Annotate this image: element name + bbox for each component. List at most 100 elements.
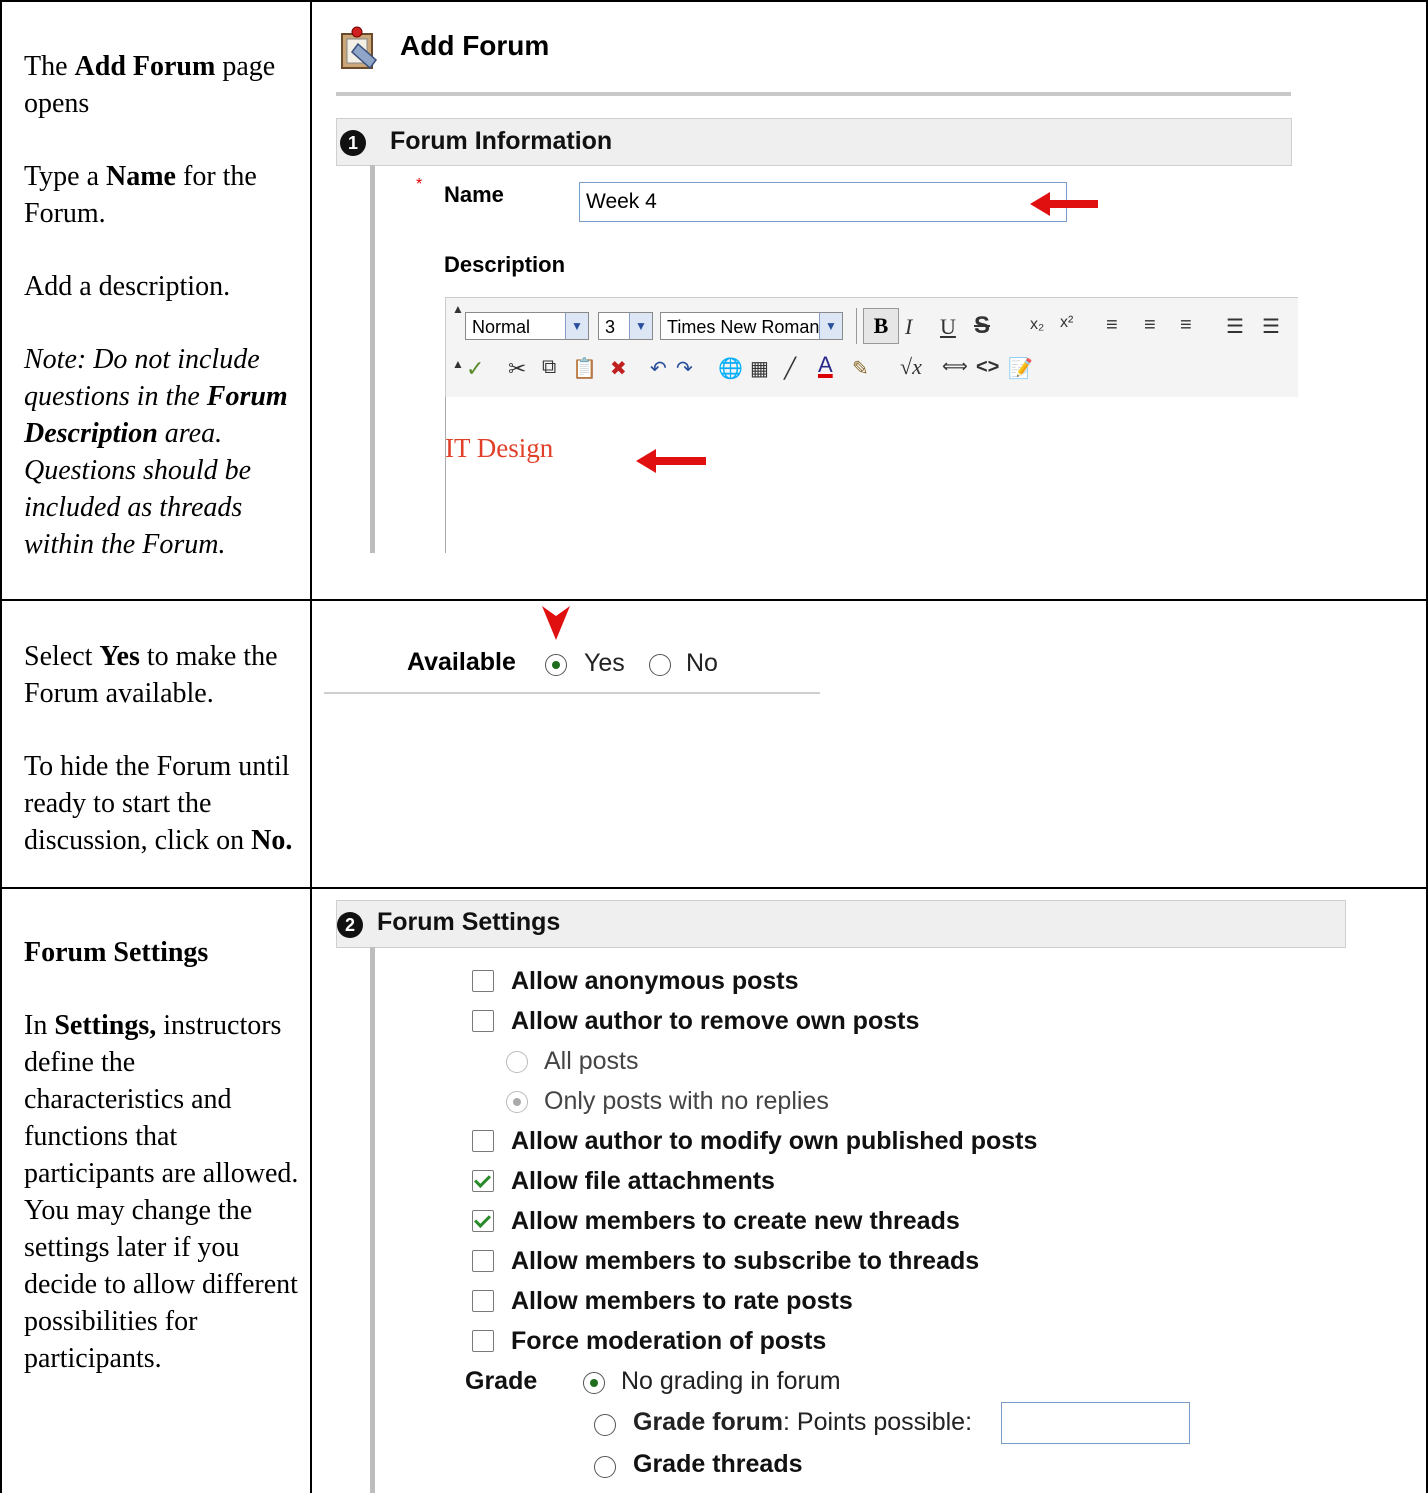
checkbox-allow-attachments[interactable]: [472, 1170, 494, 1192]
row1-instructions: The Add Forum page opens Type a Name for…: [24, 48, 300, 599]
subscript-button[interactable]: x₂: [1030, 316, 1044, 334]
column-divider: [310, 0, 312, 1493]
forum-page-icon: [340, 26, 380, 72]
label-allow-anonymous: Allow anonymous posts: [511, 967, 799, 995]
size-select[interactable]: 3 ▼: [598, 312, 653, 340]
remove-format-icon[interactable]: ✖: [610, 356, 627, 381]
section2-side-rule: [370, 947, 375, 1493]
radio-all-posts[interactable]: [506, 1051, 528, 1073]
style-select-chevron-down-icon: ▼: [565, 313, 588, 339]
label-allow-attachments: Allow file attachments: [511, 1167, 775, 1195]
checkbox-allow-modify[interactable]: [472, 1130, 494, 1152]
row-divider-1: [0, 599, 1428, 601]
bold-button[interactable]: B: [863, 308, 899, 344]
style-select[interactable]: Normal ▼: [465, 312, 589, 340]
table-top-border: [0, 0, 1428, 2]
insert-link-icon[interactable]: 🌐: [718, 356, 743, 381]
checkbox-force-moderation[interactable]: [472, 1330, 494, 1352]
checkbox-allow-rate[interactable]: [472, 1290, 494, 1312]
available-yes-label: Yes: [584, 649, 625, 677]
copy-icon[interactable]: ⧉: [542, 356, 556, 379]
redo-icon[interactable]: ↷: [676, 356, 693, 381]
section-title-forum-settings: Forum Settings: [377, 908, 561, 936]
align-center-icon[interactable]: ≡: [1144, 314, 1156, 337]
instruction-settings-body: In Settings, instructors define the char…: [24, 1010, 299, 1374]
label-no-grading: No grading in forum: [621, 1367, 841, 1395]
radio-no-grading[interactable]: [583, 1372, 605, 1394]
text-color-icon[interactable]: A: [818, 352, 833, 378]
checkbox-allow-new-threads[interactable]: [472, 1210, 494, 1232]
insert-table-icon[interactable]: ▦: [750, 356, 769, 381]
font-select[interactable]: Times New Roman ▼: [660, 312, 843, 340]
row3-instructions: Forum Settings In Settings, instructors …: [24, 934, 300, 1413]
available-divider: [324, 692, 820, 694]
preview-icon[interactable]: 📝: [1008, 356, 1033, 381]
available-arrow-icon: [538, 606, 574, 647]
available-label: Available: [407, 648, 516, 676]
step-1-icon: 1: [340, 130, 366, 156]
required-marker: *: [416, 176, 423, 193]
instruction-add-description: Add a description.: [24, 271, 231, 302]
underline-button[interactable]: U: [940, 314, 956, 340]
table-left-border: [0, 0, 2, 1493]
paste-icon[interactable]: 📋: [572, 356, 597, 381]
numbered-list-icon[interactable]: ☰: [1226, 314, 1244, 339]
align-left-icon[interactable]: ≡: [1106, 314, 1118, 337]
radio-grade-forum[interactable]: [594, 1414, 616, 1436]
available-no-radio[interactable]: [649, 654, 671, 676]
page-title: Add Forum: [400, 30, 550, 61]
embed-icon[interactable]: ⟺: [942, 356, 968, 377]
description-arrow-icon: [636, 447, 708, 480]
instruction-settings-heading: Forum Settings: [24, 937, 209, 968]
label-allow-subscribe: Allow members to subscribe to threads: [511, 1247, 980, 1275]
checkbox-allow-subscribe[interactable]: [472, 1250, 494, 1272]
label-force-moderation: Force moderation of posts: [511, 1327, 827, 1355]
title-divider: [336, 92, 1291, 96]
row2-instructions: Select Yes to make the Forum available. …: [24, 638, 300, 895]
grade-label: Grade: [465, 1367, 538, 1395]
available-no-label: No: [686, 649, 718, 677]
radio-only-no-replies[interactable]: [506, 1091, 528, 1113]
description-label: Description: [444, 252, 566, 277]
html-source-icon[interactable]: <>: [976, 356, 999, 379]
label-allow-remove: Allow author to remove own posts: [511, 1007, 920, 1035]
editor-content-text: IT Design: [445, 433, 554, 463]
size-select-chevron-down-icon: ▼: [629, 313, 652, 339]
label-grade-threads: Grade threads: [633, 1450, 803, 1478]
section1-side-rule: [370, 165, 375, 553]
instruction-select-yes: Select Yes to make the Forum available.: [24, 641, 278, 709]
undo-icon[interactable]: ↶: [650, 356, 667, 381]
name-label: Name: [444, 182, 504, 207]
step-2-icon: 2: [337, 912, 363, 938]
checkbox-allow-anonymous[interactable]: [472, 970, 494, 992]
cut-icon[interactable]: ✂: [508, 356, 526, 382]
checkbox-allow-remove[interactable]: [472, 1010, 494, 1032]
radio-grade-threads[interactable]: [594, 1456, 616, 1478]
highlight-icon[interactable]: ✎: [852, 356, 869, 381]
points-possible-input[interactable]: [1001, 1402, 1190, 1444]
editor-content-area[interactable]: [445, 397, 1298, 553]
section-title-forum-information: Forum Information: [390, 127, 613, 155]
horizontal-line-icon[interactable]: ╱: [784, 356, 796, 381]
instruction-hide-forum: To hide the Forum until ready to start t…: [24, 751, 293, 856]
superscript-button[interactable]: x²: [1060, 314, 1073, 332]
available-yes-radio[interactable]: [545, 654, 567, 676]
name-arrow-icon: [1030, 190, 1100, 223]
label-allow-new-threads: Allow members to create new threads: [511, 1207, 960, 1235]
bullet-list-icon[interactable]: ☰: [1262, 314, 1280, 339]
toolbar-separator: [856, 308, 857, 344]
strikethrough-button[interactable]: S: [974, 312, 990, 340]
label-allow-modify: Allow author to modify own published pos…: [511, 1127, 1038, 1155]
equation-icon[interactable]: √x: [900, 354, 922, 380]
spellcheck-icon[interactable]: ✓: [466, 356, 484, 382]
italic-button[interactable]: I: [905, 314, 912, 340]
font-select-chevron-down-icon: ▼: [819, 313, 842, 339]
instruction-type-name: Type a Name for the Forum.: [24, 161, 257, 229]
label-all-posts: All posts: [544, 1047, 639, 1075]
toolbar-row2-collapse-icon[interactable]: ▲: [452, 357, 464, 371]
instruction-add-forum: The Add Forum page opens: [24, 51, 276, 119]
label-grade-forum: Grade forum: Points possible:: [633, 1408, 973, 1436]
toolbar-collapse-icon[interactable]: ▲: [452, 302, 464, 316]
name-input[interactable]: Week 4: [579, 182, 1067, 222]
align-right-icon[interactable]: ≡: [1180, 314, 1192, 337]
